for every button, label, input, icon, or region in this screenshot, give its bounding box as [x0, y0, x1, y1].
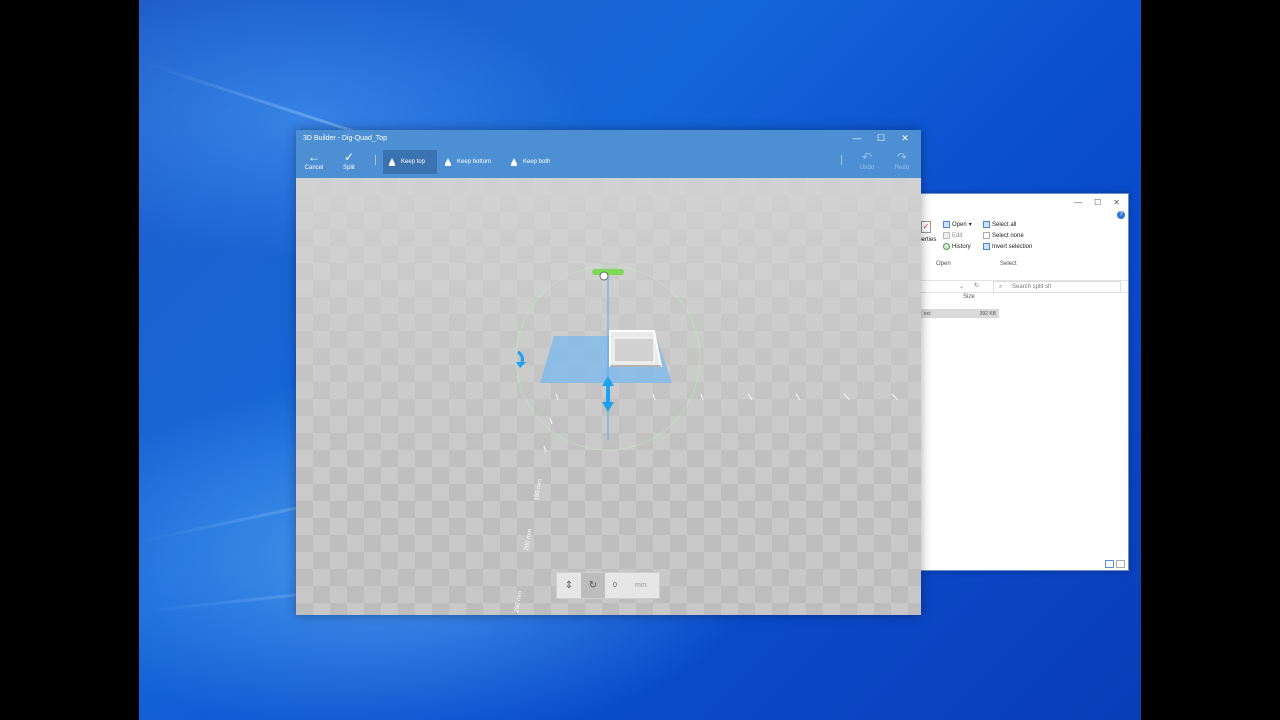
rotate-mode-button[interactable]: ↻: [581, 573, 605, 598]
search-input[interactable]: ⌕ Search split stl: [993, 281, 1121, 293]
split-controls: ⇕ ↻ 0 mm: [556, 572, 660, 599]
split-button[interactable]: ✓ Split: [334, 149, 364, 176]
scene-svg: [515, 265, 899, 453]
chevron-down-icon[interactable]: ⌄: [959, 283, 964, 290]
minimize-icon[interactable]: —: [1074, 198, 1082, 207]
toolbar-divider: [841, 155, 842, 165]
address-bar: ⌄ ↻ ⌕ Search split stl: [921, 280, 1128, 293]
desktop: — ☐ ✕ ? ✓ Properties Open ▾ Edit History …: [139, 0, 1141, 720]
ribbon-group-open: Open: [936, 261, 951, 267]
edit-icon: [943, 232, 950, 239]
close-icon[interactable]: ✕: [1113, 198, 1120, 207]
history-button[interactable]: History: [943, 243, 971, 250]
keep-both-button[interactable]: Keep both: [505, 150, 556, 174]
edit-button[interactable]: Edit: [943, 232, 962, 239]
back-arrow-icon: ←: [308, 150, 320, 164]
keep-both-icon: [511, 158, 517, 166]
select-none-button[interactable]: Select none: [983, 232, 1024, 239]
open-icon: [943, 221, 950, 228]
properties-icon: ✓: [921, 221, 931, 233]
invert-selection-button[interactable]: Invert selection: [983, 243, 1032, 250]
redo-button[interactable]: ↷ Redo: [887, 149, 917, 176]
hand-cursor-icon: [599, 271, 609, 281]
undo-button[interactable]: ↶ Undo: [852, 149, 882, 176]
keep-bottom-icon: [445, 158, 451, 166]
keep-top-icon: [389, 158, 395, 166]
toolbar-divider: [375, 155, 376, 165]
offset-value-input[interactable]: 0: [613, 582, 627, 589]
column-header-size[interactable]: Size: [963, 294, 975, 300]
3d-viewport[interactable]: 150 mm 200 mm 250 mm ⇕ ↻ 0 mm: [296, 178, 921, 615]
help-icon[interactable]: ?: [1117, 211, 1125, 219]
select-all-button[interactable]: Select all: [983, 221, 1016, 228]
undo-icon: ↶: [861, 150, 873, 164]
history-icon: [943, 243, 950, 250]
properties-label: Properties: [909, 237, 937, 243]
unit-label: mm: [635, 582, 647, 589]
search-icon: ⌕: [999, 284, 1003, 290]
keep-top-button[interactable]: Keep top: [383, 150, 437, 174]
builder-titlebar: 3D Builder - Dig-Quad_Top — ☐ ✕: [296, 130, 921, 147]
close-icon[interactable]: ✕: [893, 130, 917, 147]
redo-icon: ↷: [896, 150, 908, 164]
move-icon: ⇕: [564, 580, 574, 591]
rotate-arrow-icon[interactable]: [516, 350, 526, 368]
minimize-icon[interactable]: —: [845, 130, 869, 147]
keep-bottom-button[interactable]: Keep bottom: [439, 150, 497, 174]
large-icons-view-icon[interactable]: [1116, 560, 1125, 568]
height-handle[interactable]: [592, 269, 624, 275]
maximize-icon[interactable]: ☐: [869, 130, 893, 147]
file-name: ect: [924, 310, 931, 317]
maximize-icon[interactable]: ☐: [1094, 198, 1101, 207]
invert-selection-icon: [983, 243, 990, 250]
properties-button[interactable]: ✓: [921, 221, 931, 233]
3d-builder-window[interactable]: 3D Builder - Dig-Quad_Top — ☐ ✕ ← Cancel…: [296, 130, 921, 615]
move-mode-button[interactable]: ⇕: [557, 573, 581, 598]
window-title: 3D Builder - Dig-Quad_Top: [303, 135, 388, 142]
refresh-icon[interactable]: ↻: [974, 282, 979, 289]
file-row[interactable]: ect 392 KB: [921, 309, 999, 318]
y-ruler-ticks: [543, 417, 553, 453]
select-none-icon: [983, 232, 990, 239]
explorer-ribbon: ✓ Properties Open ▾ Edit History Select a…: [909, 221, 1128, 265]
checkmark-icon: ✓: [343, 150, 355, 164]
file-size: 392 KB: [979, 310, 996, 317]
model-box[interactable]: [609, 330, 663, 367]
select-all-icon: [983, 221, 990, 228]
file-explorer-window[interactable]: — ☐ ✕ ? ✓ Properties Open ▾ Edit History …: [909, 193, 1129, 571]
ribbon-group-select: Select: [1000, 261, 1017, 267]
split-toolbar: ← Cancel ✓ Split Keep top Keep bottom Ke…: [296, 147, 921, 178]
details-view-icon[interactable]: [1105, 560, 1114, 568]
open-button[interactable]: Open ▾: [943, 221, 972, 228]
rotate-icon: ↻: [588, 580, 598, 591]
cancel-button[interactable]: ← Cancel: [299, 149, 329, 176]
explorer-titlebar: — ☐ ✕: [921, 194, 1128, 211]
view-buttons: [1105, 560, 1125, 568]
